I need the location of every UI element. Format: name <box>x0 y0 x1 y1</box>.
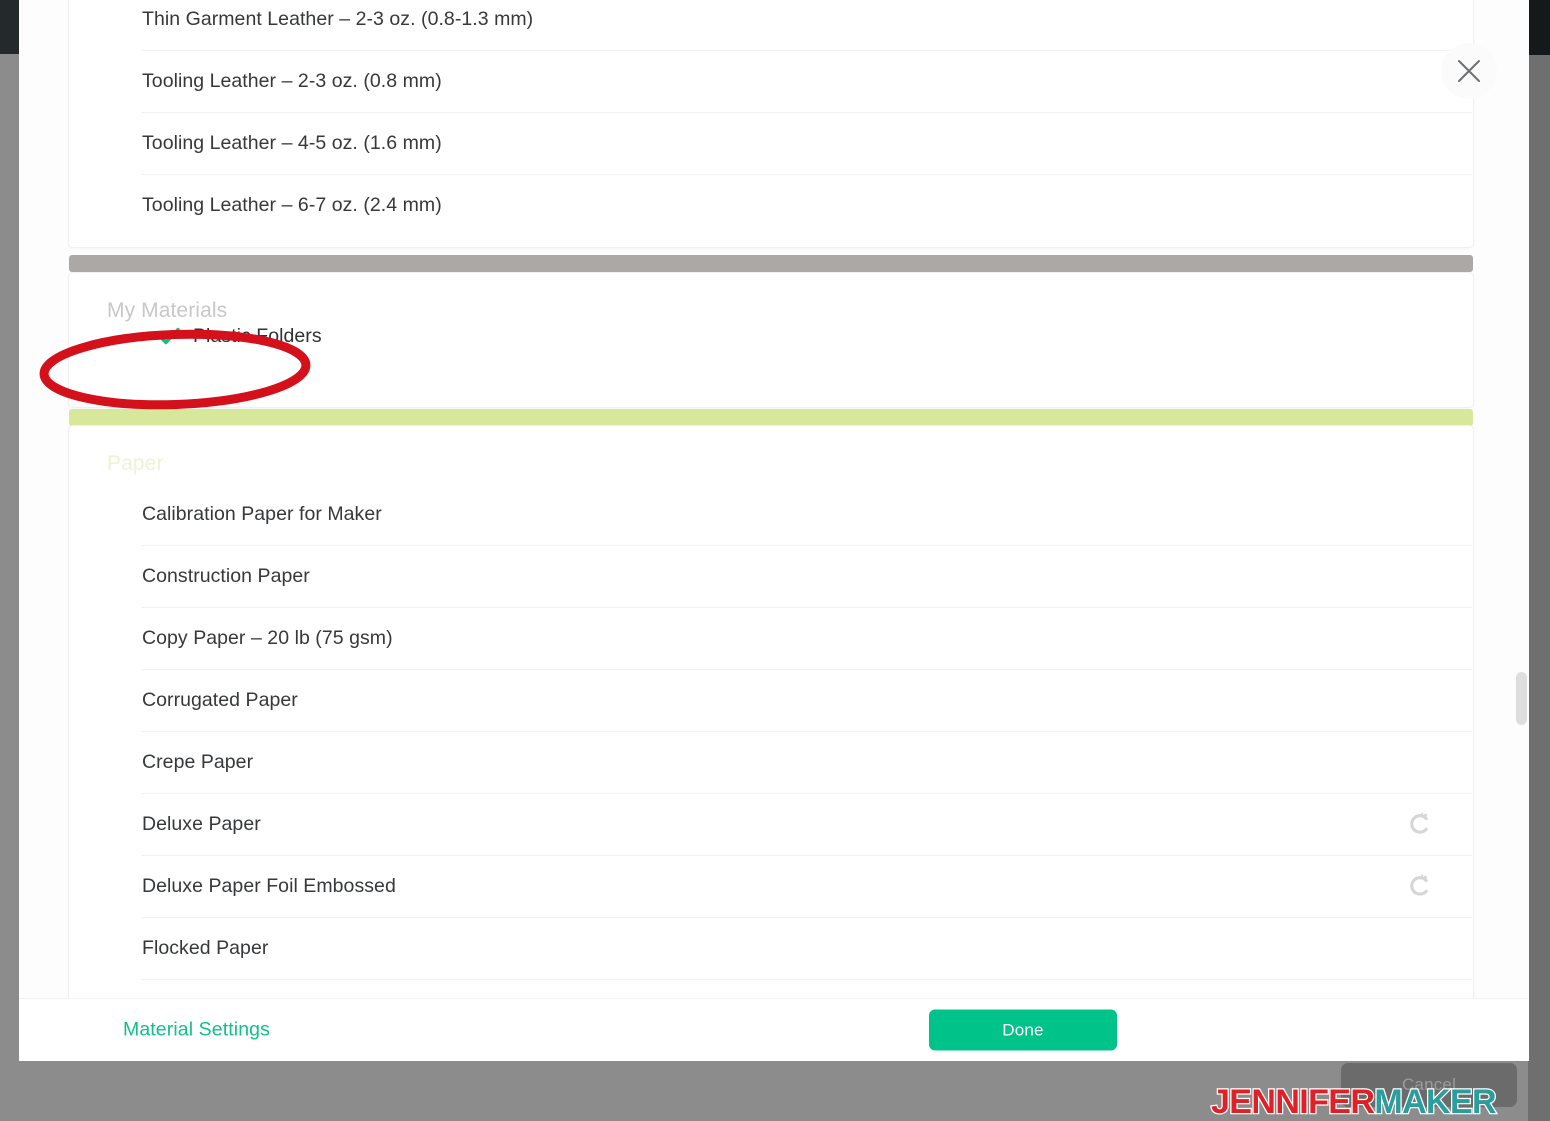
list-item[interactable]: Copy Paper – 20 lb (75 gsm) <box>69 607 1473 669</box>
list-item[interactable]: Flocked Paper <box>69 917 1473 979</box>
list-item[interactable]: Construction Paper <box>69 545 1473 607</box>
material-name: Tooling Leather – 4-5 oz. (1.6 mm) <box>142 131 442 154</box>
modal-overlay-right <box>1528 55 1550 1121</box>
list-item[interactable]: Tooling Leather – 4-5 oz. (1.6 mm) <box>69 112 1473 174</box>
material-group-panel-my-materials: Plastic Folders <box>69 273 1473 407</box>
material-name: Crepe Paper <box>142 750 254 773</box>
done-button[interactable]: Done <box>929 1009 1117 1051</box>
list-item-plastic-folders[interactable]: Plastic Folders <box>69 305 1473 367</box>
group-separator-bar-my-materials <box>69 255 1473 272</box>
scrollbar-thumb[interactable] <box>1516 672 1527 725</box>
list-item[interactable]: Crepe Paper <box>69 731 1473 793</box>
watermark-part-a: JENNIFER <box>1210 1082 1376 1121</box>
group-title-paper: Paper <box>107 452 164 475</box>
watermark-part-b: MAKER <box>1373 1082 1498 1121</box>
list-item[interactable]: Tooling Leather – 6-7 oz. (2.4 mm) <box>69 174 1473 236</box>
close-icon <box>1452 54 1486 88</box>
group-title-my-materials: My Materials <box>107 299 228 322</box>
material-name: Thin Garment Leather – 2-3 oz. (0.8-1.3 … <box>142 7 534 30</box>
material-name: Construction Paper <box>142 564 310 587</box>
screen: Cancel Thin Garment Leather – 2-3 oz. (0… <box>0 0 1550 1121</box>
check-icon <box>157 324 181 348</box>
dialog-footer: Material Settings Done <box>19 998 1529 1061</box>
group-separator-bar-paper <box>69 409 1473 426</box>
list-item[interactable]: Tooling Leather – 2-3 oz. (0.8 mm) <box>69 50 1473 112</box>
material-list-paper: Calibration Paper for Maker Construction… <box>69 483 1473 1041</box>
material-name: Tooling Leather – 6-7 oz. (2.4 mm) <box>142 193 442 216</box>
material-list-my-materials: Plastic Folders <box>69 305 1473 367</box>
material-name: Corrugated Paper <box>142 688 298 711</box>
material-name: Plastic Folders <box>193 324 322 347</box>
list-item[interactable]: Deluxe Paper <box>69 793 1473 855</box>
material-name: Copy Paper – 20 lb (75 gsm) <box>142 626 393 649</box>
app-titlebar-right <box>1528 0 1550 55</box>
close-button[interactable] <box>1441 43 1497 99</box>
scrollbar-track[interactable] <box>1514 0 1528 1061</box>
material-name: Calibration Paper for Maker <box>142 502 382 525</box>
material-list-leather: Thin Garment Leather – 2-3 oz. (0.8-1.3 … <box>69 0 1473 236</box>
list-item[interactable]: Deluxe Paper Foil Embossed <box>69 855 1473 917</box>
material-settings-link[interactable]: Material Settings <box>123 1019 270 1042</box>
list-item[interactable]: Calibration Paper for Maker <box>69 483 1473 545</box>
material-name: Flocked Paper <box>142 936 269 959</box>
cricut-logo-icon <box>1407 872 1433 900</box>
cricut-logo-icon <box>1407 810 1433 838</box>
material-selection-dialog: Thin Garment Leather – 2-3 oz. (0.8-1.3 … <box>19 0 1529 1061</box>
list-item[interactable]: Corrugated Paper <box>69 669 1473 731</box>
watermark-logo: JENNIFERMAKER <box>1210 1082 1498 1121</box>
material-name: Deluxe Paper <box>142 812 261 835</box>
material-group-panel-leather: Thin Garment Leather – 2-3 oz. (0.8-1.3 … <box>69 0 1473 247</box>
list-item[interactable]: Thin Garment Leather – 2-3 oz. (0.8-1.3 … <box>69 0 1473 50</box>
material-group-panel-paper: Calibration Paper for Maker Construction… <box>69 426 1473 1061</box>
app-titlebar-left <box>0 0 19 54</box>
modal-overlay-left <box>0 54 19 1064</box>
material-name: Tooling Leather – 2-3 oz. (0.8 mm) <box>142 69 442 92</box>
material-name: Deluxe Paper Foil Embossed <box>142 874 396 897</box>
modal-overlay-bottom-left <box>0 1060 206 1121</box>
